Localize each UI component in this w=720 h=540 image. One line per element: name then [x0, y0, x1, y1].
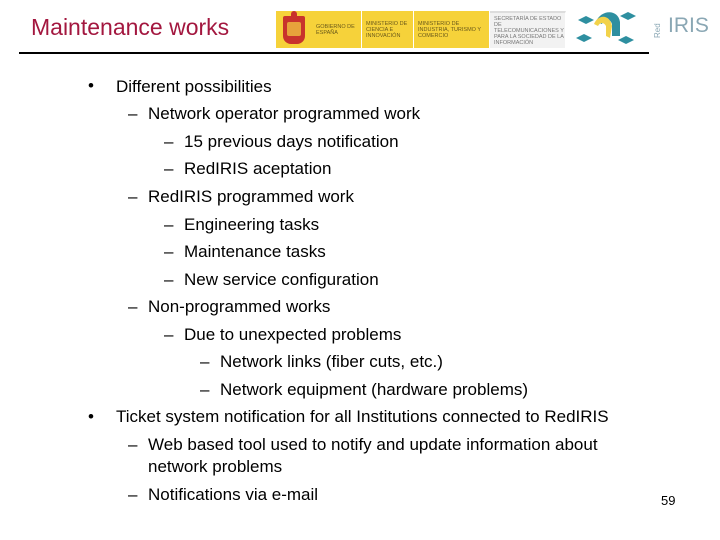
bullet-ticket-system: Ticket system notification for all Insti… — [116, 407, 609, 426]
dash-marker: – — [128, 187, 138, 206]
dash-marker: – — [128, 297, 138, 316]
dash-marker: – — [164, 132, 174, 151]
government-logos: GOBIERNO DE ESPAÑA MINISTERIO DE CIENCIA… — [276, 10, 566, 48]
item-web-based-tool: Web based tool used to notify and update… — [148, 435, 598, 454]
item-15-days-notification: 15 previous days notification — [184, 132, 399, 151]
page-number: 59 — [661, 493, 676, 508]
dash-marker: – — [128, 435, 138, 454]
dash-marker: – — [164, 325, 174, 344]
dash-marker: – — [164, 270, 174, 289]
item-rediris-aceptation: RedIRIS aceptation — [184, 159, 332, 178]
dash-marker: – — [200, 352, 210, 371]
item-notifications-email: Notifications via e-mail — [148, 485, 319, 504]
item-new-service-configuration: New service configuration — [184, 270, 379, 289]
slide-title: Maintenance works — [31, 14, 230, 40]
item-web-based-tool-continued: network problems — [148, 457, 283, 476]
rediris-logo-text: IRIS — [668, 14, 709, 37]
item-network-links: Network links (fiber cuts, etc.) — [220, 352, 443, 371]
header-divider — [19, 52, 649, 54]
rediris-logo-prefix: Red — [653, 23, 662, 38]
logo-secretaria-estado: SECRETARÍA DE ESTADO DE TELECOMUNICACION… — [490, 11, 566, 48]
item-non-programmed-works: Non-programmed works — [148, 297, 331, 316]
dash-marker: – — [128, 485, 138, 504]
bullet-marker: • — [88, 76, 94, 95]
bullet-marker: • — [88, 407, 94, 426]
item-maintenance-tasks: Maintenance tasks — [184, 242, 326, 261]
item-network-equipment: Network equipment (hardware problems) — [220, 380, 529, 399]
item-network-operator-work: Network operator programmed work — [148, 104, 421, 123]
item-rediris-programmed-work: RedIRIS programmed work — [148, 187, 354, 206]
spain-coat-of-arms-icon — [276, 10, 312, 48]
dash-marker: – — [128, 104, 138, 123]
dash-marker: – — [200, 380, 210, 399]
dash-marker: – — [164, 242, 174, 261]
item-unexpected-problems: Due to unexpected problems — [184, 325, 402, 344]
bullet-different-possibilities: Different possibilities — [116, 77, 272, 96]
logo-ministerio-ciencia: MINISTERIO DE CIENCIA E INNOVACIÓN — [362, 11, 414, 48]
item-engineering-tasks: Engineering tasks — [184, 215, 320, 234]
logo-gobierno-de-espana: GOBIERNO DE ESPAÑA — [312, 11, 362, 48]
dash-marker: – — [164, 215, 174, 234]
dash-marker: – — [164, 159, 174, 178]
rediris-emblem-icon — [576, 12, 636, 44]
logo-ministerio-industria: MINISTERIO DE INDUSTRIA, TURISMO Y COMER… — [414, 11, 490, 48]
